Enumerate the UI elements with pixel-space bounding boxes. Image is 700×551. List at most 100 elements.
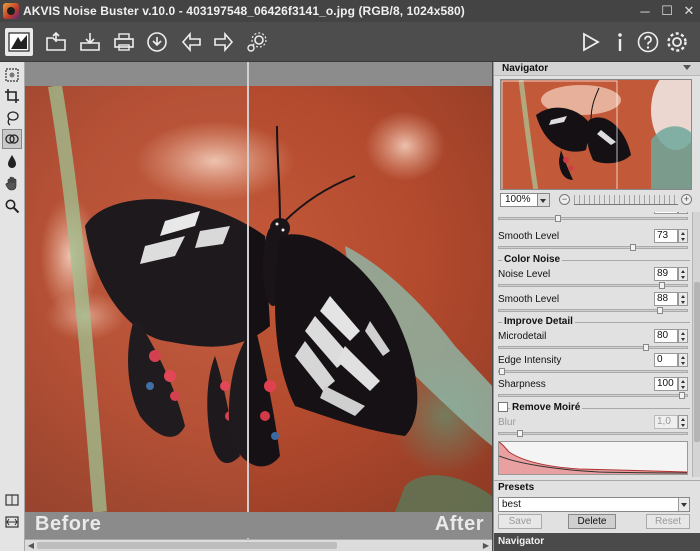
settings-scroll-thumb[interactable] (694, 282, 700, 442)
collapse-triangle-icon[interactable] (683, 65, 691, 70)
before-after-divider[interactable] (247, 62, 249, 551)
partial-value-field[interactable]: 28 (654, 212, 678, 214)
settings-scrollbar[interactable] (692, 212, 700, 477)
preset-delete-button[interactable]: Delete (568, 514, 616, 529)
smooth-level-color-spinner-icon[interactable] (678, 292, 688, 306)
scroll-thumb[interactable] (37, 542, 337, 549)
zoom-icon (5, 199, 20, 214)
microdetail-field[interactable]: 80 (654, 329, 678, 343)
preferences-button[interactable] (663, 28, 691, 56)
hand-tool[interactable] (2, 173, 22, 193)
crop-tool[interactable] (2, 86, 22, 106)
smooth-level-spinner-icon[interactable] (678, 229, 688, 243)
preset-dropdown-arrow-icon[interactable] (678, 498, 689, 511)
edge-intensity-slider[interactable] (498, 368, 688, 375)
noise-level-label: Noise Level (498, 269, 551, 280)
noise-level-spinner-icon[interactable] (678, 267, 688, 281)
microdetail-row: Microdetail 80 (498, 329, 690, 353)
slider-knob[interactable] (630, 244, 637, 251)
butterfly-photo[interactable] (25, 86, 492, 512)
run-button[interactable] (576, 28, 604, 56)
blur-field: 1,0 (654, 415, 678, 429)
remove-moire-title: Remove Moiré (510, 402, 583, 413)
tools-panel (0, 62, 25, 551)
zoom-in-icon[interactable]: + (681, 194, 692, 205)
save-icon (80, 33, 100, 51)
smooth-level-slider[interactable] (498, 244, 688, 251)
color-noise-section: Color Noise (498, 254, 690, 266)
before-after-button[interactable] (5, 28, 33, 56)
info-icon (618, 33, 622, 51)
sharpness-spinner-icon[interactable] (678, 377, 688, 391)
preview-window-tool[interactable] (2, 65, 22, 85)
print-button[interactable] (110, 28, 138, 56)
redo-button[interactable] (209, 28, 237, 56)
zoom-input[interactable]: 100% (500, 193, 538, 207)
horizontal-scrollbar[interactable]: ◀ ▶ (25, 539, 492, 551)
scroll-left-arrow-icon[interactable]: ◀ (25, 540, 37, 551)
scroll-right-arrow-icon[interactable]: ▶ (480, 540, 492, 551)
selection-brush-tool[interactable] (2, 129, 22, 149)
save-button[interactable] (76, 28, 104, 56)
slider-knob[interactable] (555, 215, 562, 222)
help-icon (637, 31, 659, 53)
preset-save-button[interactable]: Save (498, 514, 542, 529)
settings-button[interactable] (243, 28, 271, 56)
noise-level-slider[interactable] (498, 282, 688, 289)
smooth-level-row: Smooth Level 73 (498, 229, 690, 253)
slider-knob[interactable] (643, 344, 649, 351)
open-icon (46, 31, 66, 51)
sharpness-field[interactable]: 100 (654, 377, 678, 391)
bottom-navigator-header[interactable]: Navigator (494, 533, 700, 551)
slider-knob[interactable] (659, 282, 666, 289)
view-mode-single-icon (5, 494, 19, 506)
edge-intensity-spinner-icon[interactable] (678, 353, 688, 367)
sharpness-slider[interactable] (498, 392, 688, 399)
lasso-tool[interactable] (2, 108, 22, 128)
before-after-icon (8, 32, 30, 52)
presets-title: Presets (494, 480, 700, 494)
zoom-dropdown-icon[interactable] (538, 193, 550, 207)
view-mode-single-button[interactable] (2, 490, 22, 510)
preset-dropdown[interactable]: best (498, 497, 690, 512)
before-label: Before (35, 513, 102, 535)
preferences-icon (667, 32, 687, 52)
microdetail-spinner-icon[interactable] (678, 329, 688, 343)
microdetail-label: Microdetail (498, 331, 547, 342)
slider-knob[interactable] (679, 392, 685, 399)
after-label: After (434, 513, 484, 535)
help-button[interactable] (634, 28, 662, 56)
zoom-tool[interactable] (2, 196, 22, 216)
minimize-button[interactable]: ─ (634, 0, 656, 22)
view-mode-compare-icon (5, 516, 19, 528)
remove-moire-checkbox[interactable] (498, 402, 508, 412)
navigator-header[interactable]: Navigator (494, 62, 700, 76)
info-button[interactable] (606, 28, 634, 56)
partial-slider[interactable] (498, 215, 688, 222)
edge-intensity-field[interactable]: 0 (654, 353, 678, 367)
blur-slider (498, 430, 688, 437)
maximize-button[interactable]: ☐ (656, 0, 678, 22)
slider-knob[interactable] (499, 368, 505, 375)
open-button[interactable] (42, 28, 70, 56)
partial-setting-row: 28 (498, 212, 690, 224)
smooth-level-field[interactable]: 73 (654, 229, 678, 243)
edge-intensity-label: Edge Intensity (498, 355, 562, 366)
share-button[interactable] (143, 28, 171, 56)
view-mode-compare-button[interactable] (2, 512, 22, 532)
partial-spinner-icon[interactable] (678, 212, 688, 214)
slider-knob[interactable] (657, 307, 664, 314)
preset-reset-button[interactable]: Reset (646, 514, 690, 529)
smooth-level-color-slider[interactable] (498, 307, 688, 314)
undo-button[interactable] (178, 28, 206, 56)
navigator-thumbnail[interactable] (500, 79, 692, 190)
slider-knob (517, 430, 523, 437)
smooth-level-color-field[interactable]: 88 (654, 292, 678, 306)
zoom-slider[interactable] (574, 204, 678, 205)
zoom-out-icon[interactable]: − (559, 194, 570, 205)
noise-level-field[interactable]: 89 (654, 267, 678, 281)
drop-tool[interactable] (2, 151, 22, 171)
image-canvas[interactable]: Before After ◀ ▶ (25, 62, 492, 551)
microdetail-slider[interactable] (498, 344, 688, 351)
close-button[interactable]: ✕ (678, 0, 700, 22)
